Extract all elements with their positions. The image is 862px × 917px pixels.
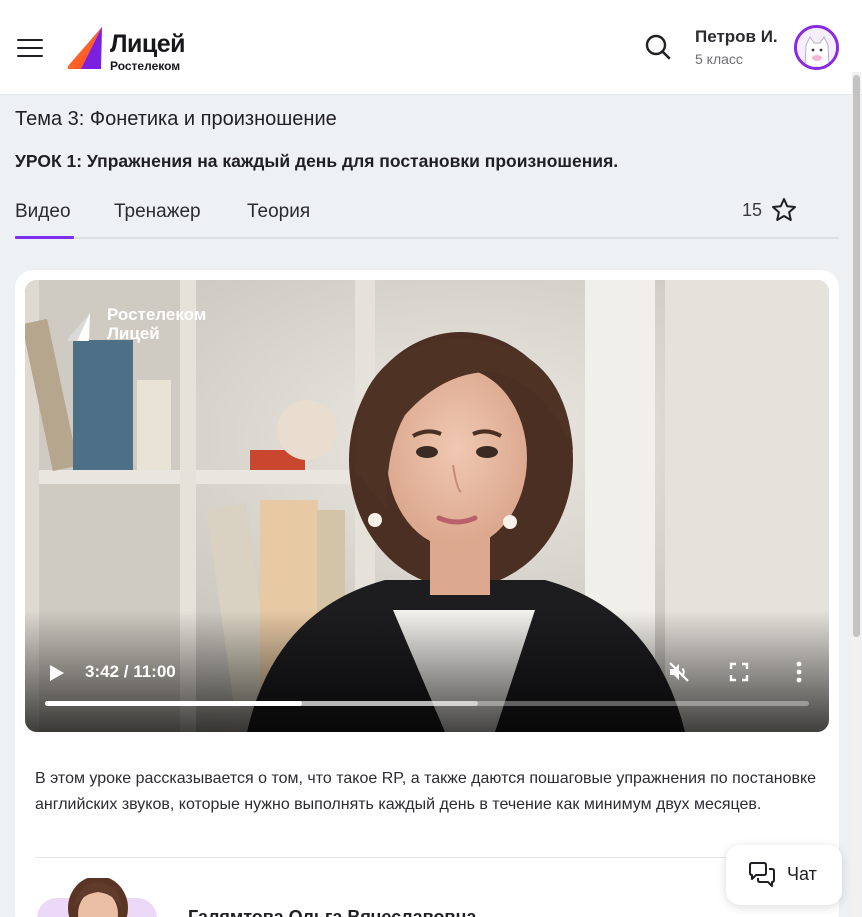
lesson-description: В этом уроке рассказывается о том, что т… (35, 770, 817, 813)
teacher-name: Галямтова Ольга Вячеславовна (188, 907, 477, 917)
active-tab-indicator (15, 236, 74, 239)
watermark-logo-icon (68, 313, 90, 341)
fullscreen-icon[interactable] (729, 662, 749, 682)
scrollbar-thumb[interactable] (853, 75, 860, 637)
top-header: Лицей Ростелеком Петров И. 5 класс (0, 0, 862, 95)
logo-title: Лицей (110, 30, 186, 58)
rating-count: 15 (742, 200, 763, 220)
tab-trainer[interactable]: Тренажер (114, 201, 201, 223)
logo[interactable]: Лицей Ростелеком (67, 25, 197, 73)
tab-theory[interactable]: Теория (247, 201, 310, 223)
logo-subtitle: Ростелеком (110, 59, 181, 73)
divider (35, 857, 825, 858)
video-progress-bar[interactable] (45, 701, 809, 706)
user-grade: 5 класс (695, 51, 743, 67)
play-icon[interactable] (49, 664, 65, 682)
watermark-line2: Лицей (107, 324, 160, 343)
mute-icon[interactable] (667, 660, 691, 684)
lesson-title: УРОК 1: Упражнения на каждый день для по… (15, 151, 619, 171)
avatar[interactable] (794, 25, 839, 70)
search-icon[interactable] (644, 33, 672, 61)
watermark-line1: Ростелеком (107, 305, 207, 324)
chat-icon (749, 862, 775, 887)
chat-label: Чат (787, 864, 817, 884)
user-name[interactable]: Петров И. (695, 27, 778, 47)
video-progress-fill (45, 701, 302, 706)
video-watermark: Ростелеком Лицей (68, 304, 228, 344)
menu-icon[interactable] (17, 38, 43, 58)
more-icon[interactable] (795, 660, 803, 684)
chat-button[interactable]: Чат (726, 845, 842, 905)
cat-avatar-icon (797, 28, 836, 67)
video-player[interactable]: Ростелеком Лицей 3:42 / 11:00 (25, 280, 829, 732)
topic-title: Тема 3: Фонетика и произношение (15, 108, 337, 130)
logo-mark-icon (67, 27, 102, 69)
teacher-photo (58, 878, 138, 917)
lesson-tabs: Видео Тренажер Теория 15 (15, 190, 839, 239)
video-time: 3:42 / 11:00 (85, 662, 176, 681)
tab-video[interactable]: Видео (15, 201, 71, 223)
star-icon[interactable] (771, 197, 797, 223)
teacher-portrait (68, 878, 128, 917)
